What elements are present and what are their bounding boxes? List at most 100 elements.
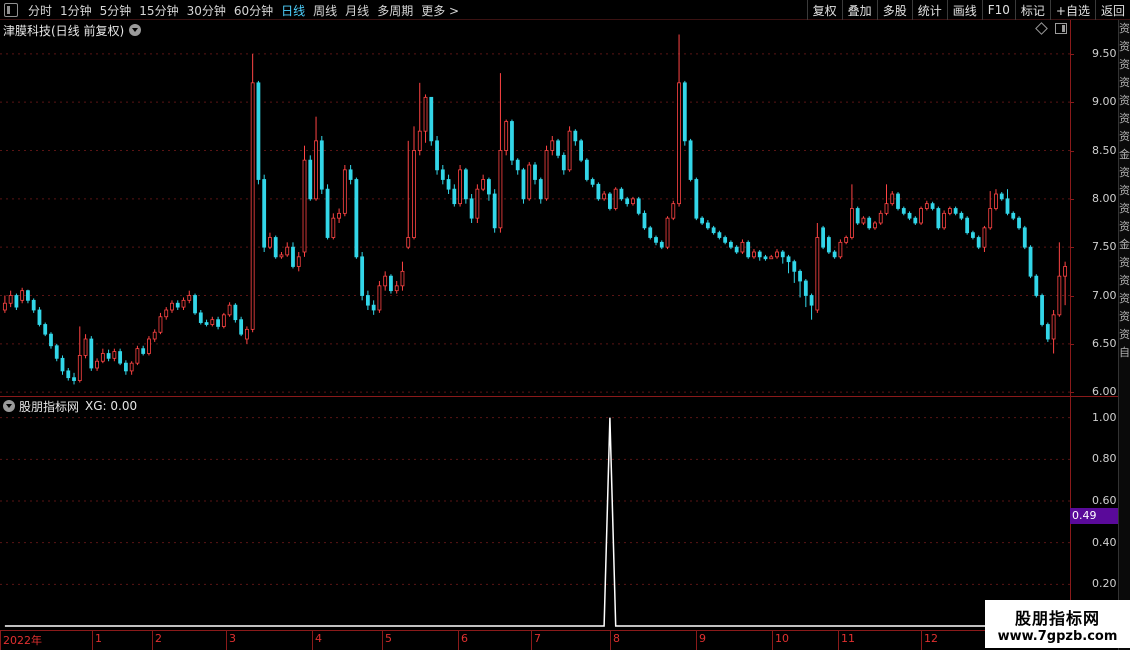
candle-body — [187, 295, 192, 301]
side-info-strip[interactable]: 资资资资资资资金资资资资金资资资资资自 — [1118, 20, 1130, 650]
date-tick-mark — [152, 630, 153, 650]
candle-body — [971, 232, 975, 238]
date-tick-label: 6 — [461, 632, 468, 645]
candle-body — [141, 348, 146, 354]
stock-title[interactable]: 津膜科技(日线 前复权) — [3, 22, 142, 38]
price-tick-mark — [1070, 295, 1074, 297]
toolbar-button-8[interactable]: 返回 — [1094, 0, 1130, 20]
candle-body — [256, 82, 261, 180]
period-tab-4[interactable]: 30分钟 — [183, 2, 230, 19]
candle-body — [152, 331, 157, 340]
candle-body — [239, 319, 244, 335]
toolbar-button-3[interactable]: 统计 — [911, 0, 947, 20]
date-tick-mark — [610, 630, 611, 650]
candle-body — [527, 164, 532, 200]
window-toggle-icon[interactable] — [1055, 23, 1067, 34]
candle-body — [1057, 275, 1062, 316]
candle-body — [481, 179, 486, 190]
date-tick-label: 1 — [95, 632, 102, 645]
candlestick-chart[interactable] — [0, 20, 1070, 397]
indicator-title[interactable]: 股朋指标网 XG: 0.00 — [3, 398, 137, 414]
indicator-tick-label: 0.20 — [1092, 577, 1117, 591]
candle-body — [164, 309, 169, 318]
toolbar-button-5[interactable]: F10 — [981, 0, 1015, 20]
candle-body — [746, 241, 751, 258]
candle-body — [999, 193, 1004, 200]
candle-body — [193, 295, 197, 314]
period-tab-0[interactable]: 分时 — [24, 2, 56, 19]
toolbar-button-1[interactable]: 叠加 — [841, 0, 877, 20]
period-tab-2[interactable]: 5分钟 — [96, 2, 136, 19]
date-axis — [0, 630, 1118, 650]
candle-body — [129, 362, 134, 372]
period-tab-9[interactable]: 多周期 — [373, 2, 417, 19]
candle-body — [792, 261, 797, 272]
candle-body — [112, 351, 117, 359]
period-tab-6[interactable]: 日线 — [277, 2, 309, 19]
price-tick-label: 9.50 — [1092, 46, 1117, 60]
stock-title-text: 津膜科技(日线 前复权) — [3, 23, 125, 38]
period-tab-7[interactable]: 周线 — [309, 2, 341, 19]
candle-body — [533, 164, 537, 180]
candle-body — [158, 316, 163, 333]
candle-body — [406, 237, 411, 248]
date-tick-mark — [921, 630, 922, 650]
candle-body — [262, 179, 267, 248]
candle-body — [521, 169, 526, 200]
candle-body — [705, 222, 710, 229]
indicator-chart[interactable] — [0, 397, 1070, 630]
candle-body — [717, 232, 722, 238]
date-tick-label: 9 — [699, 632, 706, 645]
date-tick-label: 10 — [775, 632, 789, 645]
candle-body — [325, 188, 330, 238]
period-tab-3[interactable]: 15分钟 — [135, 2, 182, 19]
toolbar-button-2[interactable]: 多股 — [876, 0, 912, 20]
candle-body — [227, 304, 232, 316]
candle-body — [942, 212, 947, 229]
toolbar-button-6[interactable]: 标记 — [1014, 0, 1050, 20]
candle-body — [417, 130, 422, 151]
candle-body — [694, 179, 699, 219]
candle-body — [821, 227, 826, 248]
chevron-down-icon[interactable] — [129, 24, 142, 36]
panel-toggle-icon[interactable] — [4, 3, 18, 17]
date-tick-mark — [838, 630, 839, 650]
period-tab-10[interactable]: 更多 > — [417, 2, 463, 19]
candle-body — [123, 362, 128, 372]
candle-body — [867, 217, 872, 229]
price-tick-label: 8.50 — [1092, 143, 1117, 157]
toolbar-button-7[interactable]: +自选 — [1049, 0, 1095, 20]
current-value-badge: 0.49 — [1070, 508, 1118, 524]
candle-body — [135, 348, 140, 364]
candle-body — [1034, 275, 1039, 296]
period-tab-5[interactable]: 60分钟 — [230, 2, 277, 19]
candle-body — [584, 159, 589, 180]
indicator-name: 股朋指标网 — [19, 399, 80, 414]
candle-body — [953, 208, 958, 214]
candle-body — [1017, 217, 1021, 229]
candle-body — [54, 345, 59, 359]
indicator-panel[interactable] — [0, 397, 1070, 630]
candle-body — [677, 82, 681, 205]
candle-body — [682, 82, 687, 142]
candle-body — [1045, 324, 1050, 340]
price-chart-panel[interactable] — [0, 20, 1070, 397]
chevron-down-icon[interactable] — [3, 400, 15, 412]
toolbar-button-0[interactable]: 复权 — [806, 0, 842, 20]
candle-body — [596, 183, 601, 200]
candle-body — [798, 270, 802, 282]
candle-body — [95, 360, 99, 369]
candle-body — [487, 179, 491, 195]
candle-body — [642, 212, 647, 229]
candle-body — [77, 355, 82, 381]
candle-body — [1040, 295, 1044, 325]
period-tab-8[interactable]: 月线 — [341, 2, 373, 19]
candle-body — [729, 241, 733, 248]
candle-body — [250, 82, 255, 330]
candle-body — [66, 370, 71, 379]
date-tick-label: 12 — [924, 632, 938, 645]
candle-body — [544, 150, 549, 200]
period-tab-1[interactable]: 1分钟 — [56, 2, 96, 19]
toolbar-button-4[interactable]: 画线 — [946, 0, 982, 20]
candle-body — [308, 159, 313, 200]
